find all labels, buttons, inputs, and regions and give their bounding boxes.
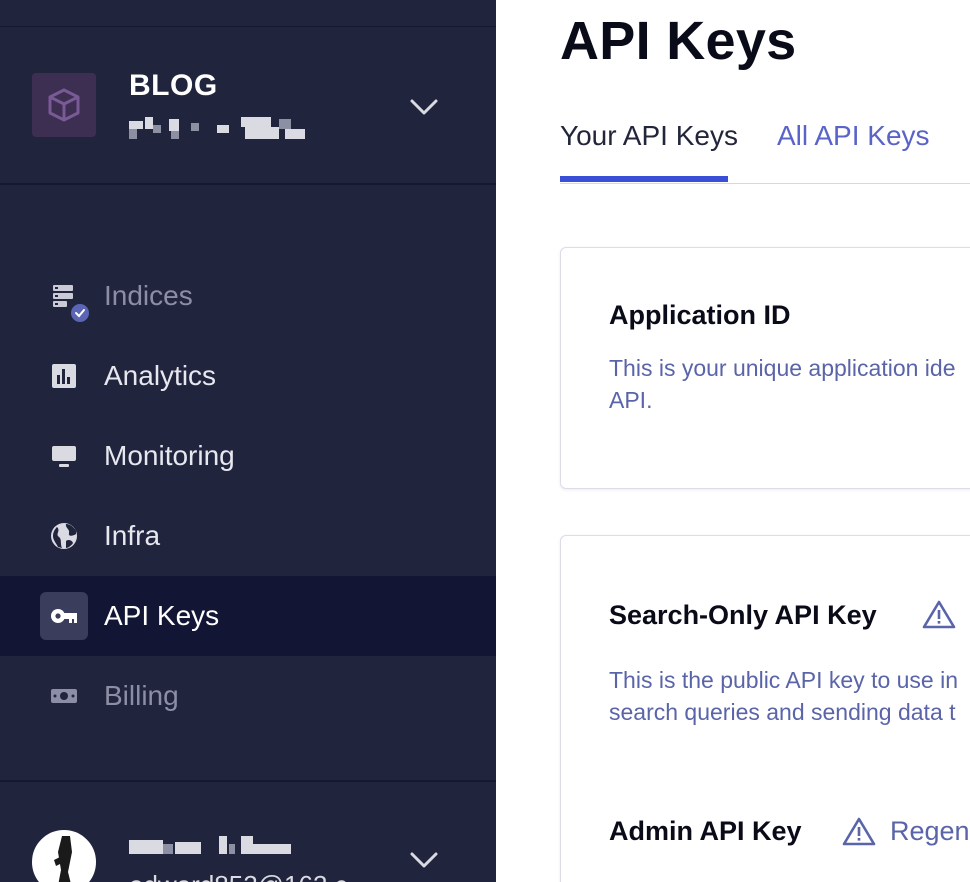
page-title: API Keys [560,11,797,71]
chevron-down-icon[interactable] [409,97,439,117]
sidebar-item-label: Analytics [104,360,217,391]
card-description: API. [609,387,653,413]
card-title: Search-Only API Key [609,600,877,630]
sidebar-item-label: API Keys [104,600,220,631]
application-id-card: Application ID This is your unique appli… [560,247,970,489]
key-icon [40,592,88,640]
sidebar-item-monitoring[interactable]: Monitoring [0,416,496,496]
card-description: This is the public API key to use in [609,667,959,693]
warning-icon[interactable] [922,599,956,629]
app-name: BLOG [129,69,218,102]
chevron-down-icon[interactable] [409,850,439,870]
sidebar-item-indices[interactable]: Indices [0,256,496,336]
sidebar-item-analytics[interactable]: Analytics [0,336,496,416]
tab-all-api-keys[interactable]: All API Keys [777,120,930,152]
sidebar-item-label: Indices [104,280,193,311]
analytics-icon [40,352,88,400]
globe-icon [40,512,88,560]
card-title: Admin API Key [609,816,802,846]
sidebar-item-billing[interactable]: Billing [0,656,496,736]
billing-icon [40,672,88,720]
user-name-redacted [129,836,299,858]
sidebar-item-label: Billing [104,680,179,711]
tab-bar: Your API Keys All API Keys [560,114,970,184]
check-badge-icon [69,302,91,324]
app-switcher[interactable]: BLOG [0,27,496,185]
sidebar-item-infra[interactable]: Infra [0,496,496,576]
tab-your-api-keys[interactable]: Your API Keys [560,120,738,152]
sidebar: BLOG Indices Analytics Monitoring Infra … [0,0,496,882]
main-content: API Keys Your API Keys All API Keys Appl… [496,0,970,882]
app-cube-icon [32,73,96,137]
api-keys-card: Search-Only API Key This is the public A… [560,535,970,882]
active-tab-indicator [560,176,728,182]
regenerate-button[interactable]: Regene [890,816,970,847]
sidebar-item-label: Infra [104,520,161,551]
avatar [32,830,96,882]
monitor-icon [40,432,88,480]
card-description: This is your unique application ide [609,355,956,381]
card-description: search queries and sending data t [609,699,956,725]
sidebar-item-label: Monitoring [104,440,235,471]
sidebar-nav: Indices Analytics Monitoring Infra API K… [0,256,496,736]
card-title: Application ID [609,300,791,330]
user-email: edward852@163.c [129,870,348,882]
app-id-redacted [129,117,309,141]
sidebar-item-api-keys[interactable]: API Keys [0,576,496,656]
warning-icon[interactable] [842,816,876,846]
user-menu[interactable]: edward852@163.c [0,780,496,882]
